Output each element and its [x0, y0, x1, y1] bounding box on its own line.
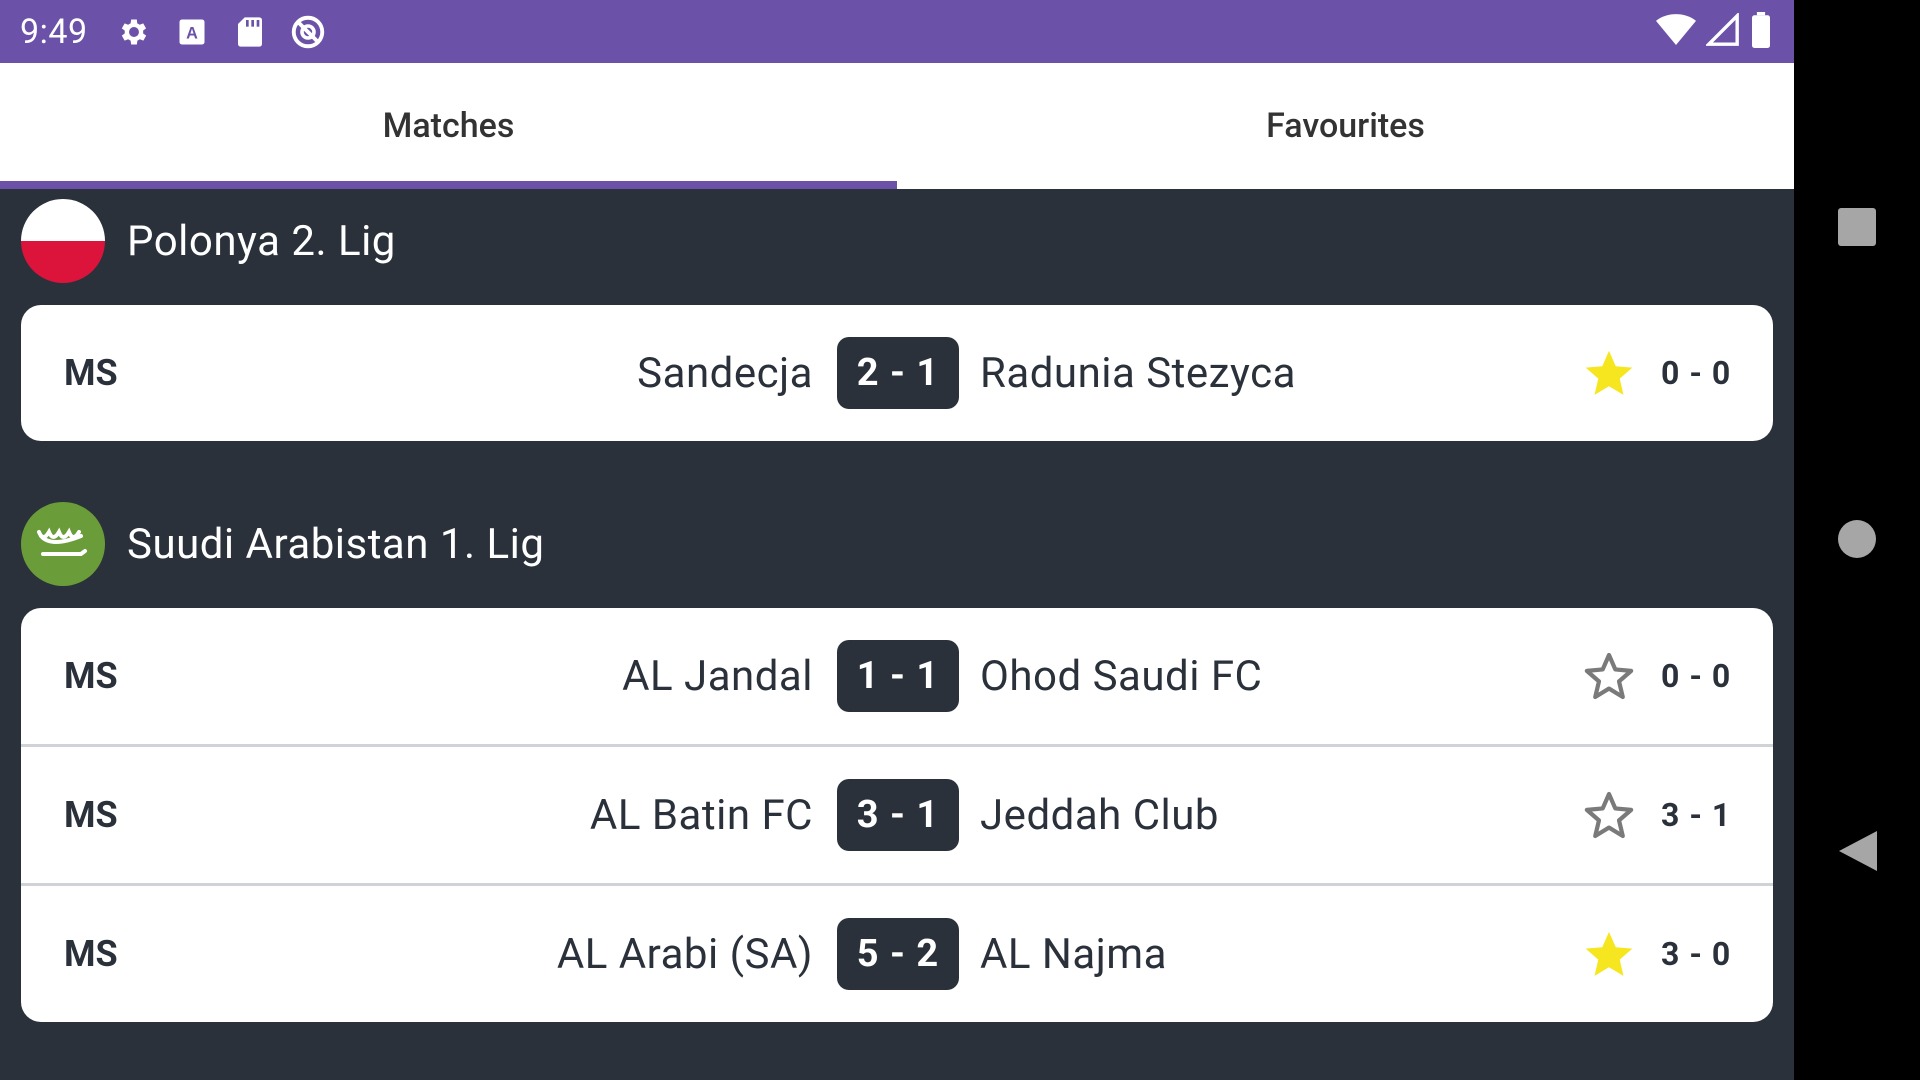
- star-outline-icon[interactable]: [1581, 787, 1637, 843]
- match-card: MS Sandecja 2 - 1 Radunia Stezyca 0 - 0: [21, 305, 1773, 441]
- home-button[interactable]: [1828, 510, 1886, 568]
- back-button[interactable]: [1828, 822, 1886, 880]
- half-time-score: 3 - 0: [1661, 935, 1732, 973]
- home-team: AL Arabi (SA): [556, 929, 813, 979]
- saudi-arabia-flag-icon: [21, 502, 105, 586]
- home-team: AL Batin FC: [589, 790, 813, 840]
- league-header[interactable]: Polonya 2. Lig: [21, 199, 396, 283]
- match-row[interactable]: MS AL Arabi (SA) 5 - 2 AL Najma 3 - 0: [21, 886, 1773, 1022]
- svg-text:A: A: [186, 24, 198, 42]
- tab-bar: Matches Favourites: [0, 63, 1794, 189]
- half-time-score: 0 - 0: [1661, 657, 1732, 695]
- match-status: MS: [64, 655, 118, 697]
- font-a-icon: A: [172, 12, 212, 52]
- score-badge: 1 - 1: [837, 640, 959, 712]
- matches-list[interactable]: Polonya 2. Lig MS Sandecja 2 - 1 Radunia…: [0, 189, 1794, 1080]
- tab-matches[interactable]: Matches: [0, 63, 897, 189]
- home-team: AL Jandal: [622, 651, 813, 701]
- match-status: MS: [64, 933, 118, 975]
- star-outline-icon[interactable]: [1581, 648, 1637, 704]
- league-name: Polonya 2. Lig: [127, 216, 396, 266]
- league-header[interactable]: Suudi Arabistan 1. Lig: [21, 502, 544, 586]
- navigation-bar: [1794, 0, 1920, 1080]
- match-status: MS: [64, 352, 118, 394]
- away-team: Ohod Saudi FC: [980, 651, 1263, 701]
- star-filled-icon[interactable]: [1581, 926, 1637, 982]
- match-status: MS: [64, 794, 118, 836]
- half-time-score: 3 - 1: [1661, 796, 1732, 834]
- score-badge: 3 - 1: [837, 779, 959, 851]
- battery-icon: [1750, 11, 1772, 52]
- away-team: AL Najma: [980, 929, 1167, 979]
- match-row[interactable]: MS Sandecja 2 - 1 Radunia Stezyca 0 - 0: [21, 305, 1773, 441]
- away-team: Jeddah Club: [980, 790, 1220, 840]
- match-row[interactable]: MS AL Jandal 1 - 1 Ohod Saudi FC 0 - 0: [21, 608, 1773, 747]
- no-sync-icon: [288, 12, 328, 52]
- sd-card-icon: [230, 12, 270, 52]
- signal-icon: [1704, 11, 1740, 51]
- poland-flag-icon: [21, 199, 105, 283]
- match-card: MS AL Jandal 1 - 1 Ohod Saudi FC 0 - 0 M…: [21, 608, 1773, 1022]
- wifi-icon: [1656, 13, 1696, 51]
- score-badge: 2 - 1: [837, 337, 959, 409]
- half-time-score: 0 - 0: [1661, 354, 1732, 392]
- status-bar: 9:49 A: [0, 0, 1794, 63]
- away-team: Radunia Stezyca: [980, 348, 1296, 398]
- league-name: Suudi Arabistan 1. Lig: [127, 519, 545, 569]
- score-badge: 5 - 2: [837, 918, 959, 990]
- tab-favourites[interactable]: Favourites: [897, 63, 1794, 189]
- settings-icon: [114, 12, 154, 52]
- status-time: 9:49: [20, 11, 88, 52]
- star-filled-icon[interactable]: [1581, 345, 1637, 401]
- home-team: Sandecja: [637, 348, 813, 398]
- recent-apps-button[interactable]: [1828, 198, 1886, 256]
- match-row[interactable]: MS AL Batin FC 3 - 1 Jeddah Club 3 - 1: [21, 747, 1773, 886]
